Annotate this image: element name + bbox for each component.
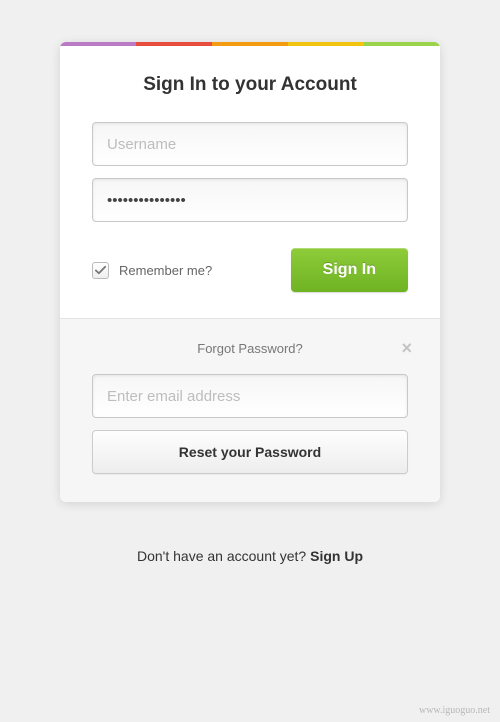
signup-prompt: Don't have an account yet? Sign Up: [0, 548, 500, 564]
signin-row: Remember me? Sign In: [92, 248, 408, 292]
watermark: www.iguoguo.net: [419, 705, 490, 716]
signin-card: Sign In to your Account Remember me? Sig…: [60, 42, 440, 502]
remember-checkbox[interactable]: [92, 262, 109, 279]
remember-me[interactable]: Remember me?: [92, 262, 212, 279]
password-input[interactable]: [92, 178, 408, 222]
signup-link[interactable]: Sign Up: [310, 548, 363, 564]
signin-section: Sign In to your Account Remember me? Sig…: [60, 46, 440, 318]
remember-label: Remember me?: [119, 263, 212, 278]
reset-password-button[interactable]: Reset your Password: [92, 430, 408, 474]
close-icon[interactable]: ×: [401, 339, 412, 357]
username-input[interactable]: [92, 122, 408, 166]
signin-button[interactable]: Sign In: [291, 248, 408, 292]
page-title: Sign In to your Account: [92, 74, 408, 96]
forgot-section: Forgot Password? × Reset your Password: [60, 318, 440, 502]
forgot-header: Forgot Password? ×: [92, 341, 408, 356]
forgot-heading: Forgot Password?: [197, 341, 303, 356]
signup-text: Don't have an account yet?: [137, 548, 310, 564]
check-icon: [95, 265, 106, 276]
forgot-email-input[interactable]: [92, 374, 408, 418]
rainbow-accent: [60, 42, 440, 46]
